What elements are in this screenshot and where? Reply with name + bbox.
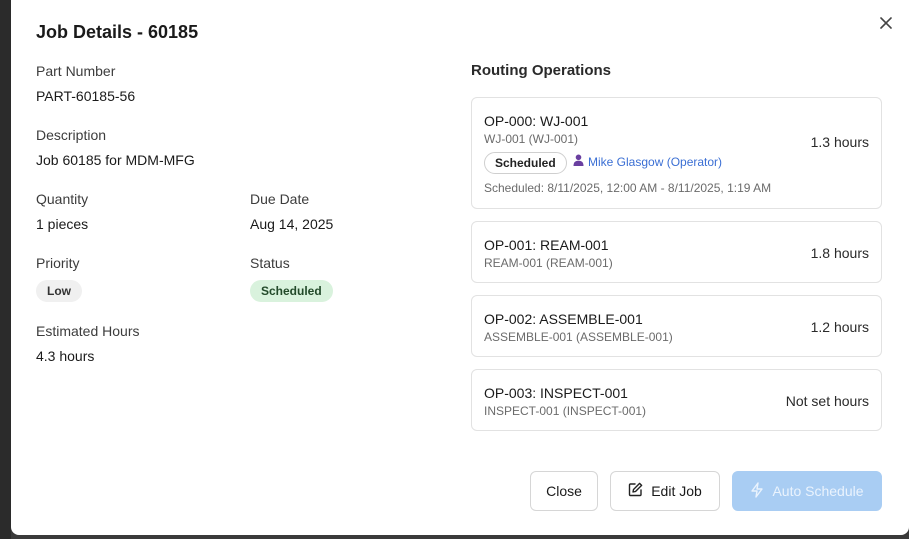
operation-card[interactable]: OP-001: REAM-001 REAM-001 (REAM-001) 1.8… [471, 221, 882, 283]
part-number-value: PART-60185-56 [36, 88, 136, 104]
dialog-title: Job Details - 60185 [36, 22, 199, 42]
status-label: Status [250, 255, 290, 271]
estimated-hours-label: Estimated Hours [36, 323, 140, 339]
quantity-value: 1 pieces [36, 216, 89, 232]
operation-resource: WJ-001 (WJ-001) [484, 132, 579, 146]
operation-card[interactable]: OP-000: WJ-001 WJ-001 (WJ-001) 1.3 hours… [471, 97, 882, 209]
backdrop [0, 0, 11, 539]
due-date-label: Due Date [250, 191, 310, 207]
part-number-label: Part Number [36, 63, 116, 79]
operation-hours: 1.8 hours [810, 245, 869, 261]
operation-resource: INSPECT-001 (INSPECT-001) [484, 404, 647, 418]
operation-hours: Not set hours [785, 393, 869, 409]
priority-badge: Low [36, 280, 82, 302]
operation-hours: 1.3 hours [810, 134, 869, 150]
status-badge: Scheduled [250, 280, 333, 302]
priority-label: Priority [36, 255, 80, 271]
job-details-dialog: Job Details - 60185 Part Number PART-601… [11, 0, 909, 535]
edit-job-label: Edit Job [651, 483, 702, 499]
edit-job-button[interactable]: Edit Job [610, 471, 720, 511]
auto-schedule-label: Auto Schedule [772, 483, 864, 499]
operator-name: Mike Glasgow (Operator) [588, 154, 723, 169]
close-button-label: Close [546, 483, 582, 499]
due-date-value: Aug 14, 2025 [250, 216, 334, 232]
estimated-hours-value: 4.3 hours [36, 348, 95, 364]
lightning-icon [750, 481, 764, 501]
operation-hours: 1.2 hours [810, 319, 869, 335]
operation-name: OP-000: WJ-001 [484, 113, 589, 129]
operator-link[interactable]: Mike Glasgow (Operator) [573, 154, 722, 169]
close-button[interactable]: Close [530, 471, 598, 511]
description-label: Description [36, 127, 107, 143]
operation-name: OP-003: INSPECT-001 [484, 385, 628, 401]
operation-card[interactable]: OP-003: INSPECT-001 INSPECT-001 (INSPECT… [471, 369, 882, 431]
operation-schedule: Scheduled: 8/11/2025, 12:00 AM - 8/11/20… [484, 181, 772, 195]
operation-resource: REAM-001 (REAM-001) [484, 256, 613, 270]
description-value: Job 60185 for MDM-MFG [36, 152, 195, 168]
operation-name: OP-002: ASSEMBLE-001 [484, 311, 643, 327]
operation-card[interactable]: OP-002: ASSEMBLE-001 ASSEMBLE-001 (ASSEM… [471, 295, 882, 357]
auto-schedule-button[interactable]: Auto Schedule [732, 471, 882, 511]
routing-operations-title: Routing Operations [471, 62, 611, 79]
operation-status-badge: Scheduled [484, 152, 567, 174]
close-icon[interactable] [875, 12, 897, 34]
quantity-label: Quantity [36, 191, 89, 207]
person-icon [573, 154, 584, 169]
operation-resource: ASSEMBLE-001 (ASSEMBLE-001) [484, 330, 673, 344]
edit-icon [628, 482, 643, 500]
operation-name: OP-001: REAM-001 [484, 237, 609, 253]
